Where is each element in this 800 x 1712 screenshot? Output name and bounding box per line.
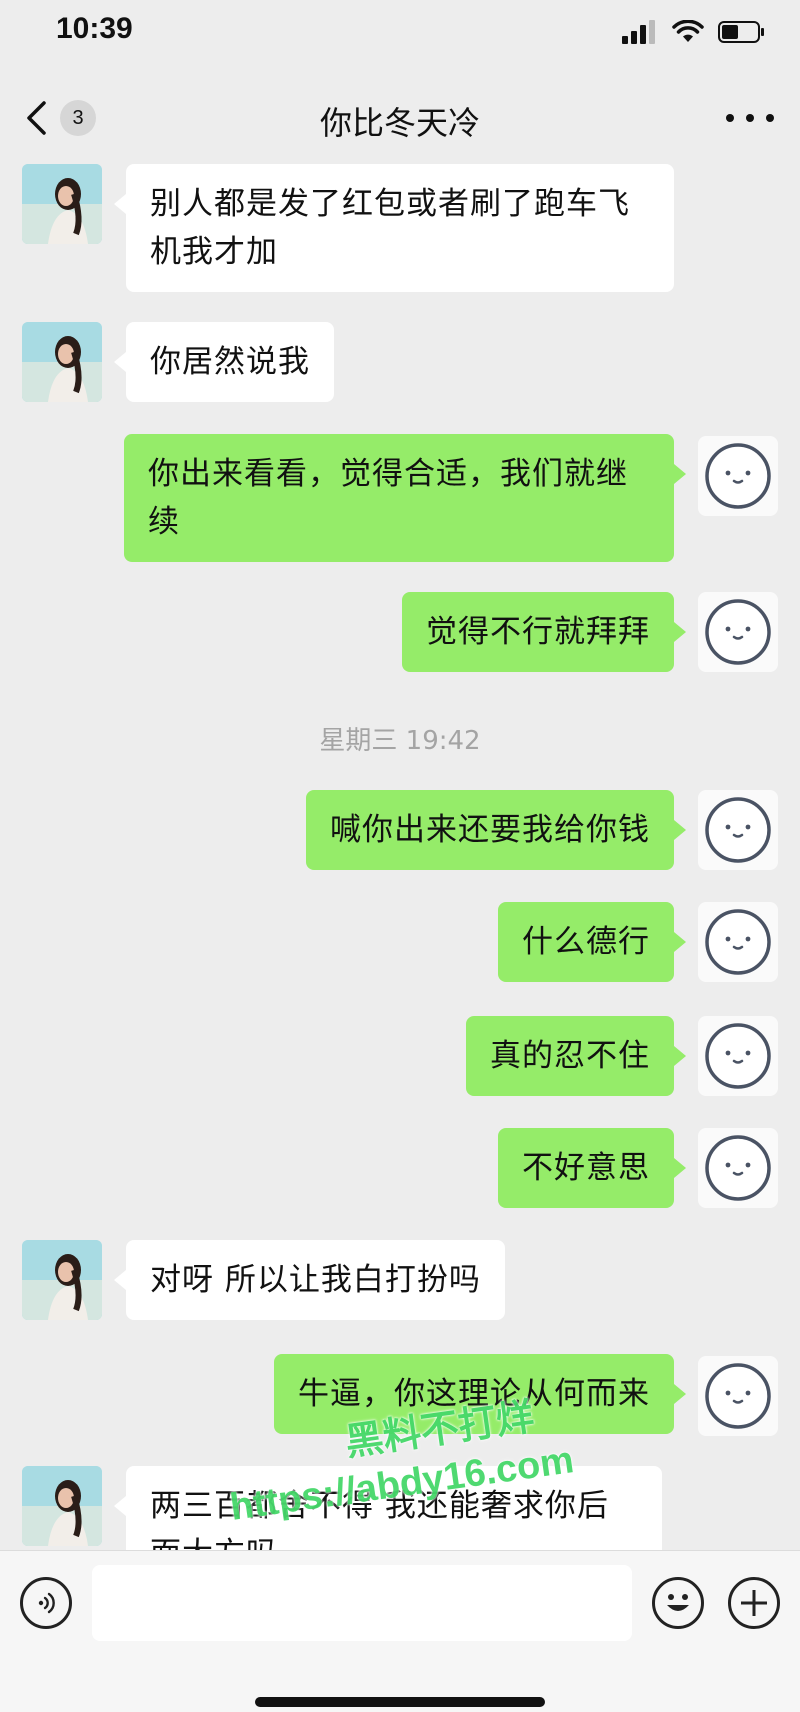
smiley-face-icon <box>705 1363 771 1429</box>
message-bubble-outgoing[interactable]: 不好意思 <box>498 1128 686 1208</box>
portrait-photo <box>22 322 102 402</box>
home-indicator <box>255 1697 545 1707</box>
my-avatar[interactable] <box>698 592 778 672</box>
portrait-photo <box>22 1466 102 1546</box>
my-avatar[interactable] <box>698 436 778 516</box>
message-bubble-outgoing[interactable]: 什么德行 <box>498 902 686 982</box>
my-avatar[interactable] <box>698 1128 778 1208</box>
chat-timestamp: 星期三 19:42 <box>319 726 481 756</box>
smiley-face-icon <box>705 1023 771 1089</box>
my-avatar[interactable] <box>698 902 778 982</box>
my-avatar[interactable] <box>698 1356 778 1436</box>
message-input[interactable] <box>92 1565 632 1641</box>
contact-avatar[interactable] <box>22 1240 102 1320</box>
message-bubble-outgoing[interactable]: 真的忍不住 <box>466 1016 686 1096</box>
status-time: 10:39 <box>56 12 133 45</box>
portrait-photo <box>22 164 102 244</box>
message-bubble-outgoing[interactable]: 觉得不行就拜拜 <box>402 592 686 672</box>
voice-button[interactable] <box>20 1577 72 1629</box>
chat-screen: 10:39 3 你比冬天冷 别人都是发了红包或者刷了跑车飞机我才加 你居然说我 … <box>0 0 800 1712</box>
my-avatar[interactable] <box>698 790 778 870</box>
battery-icon <box>718 21 764 43</box>
message-bubble-incoming[interactable]: 对呀 所以让我白打扮吗 <box>114 1240 505 1320</box>
contact-avatar[interactable] <box>22 322 102 402</box>
contact-avatar[interactable] <box>22 164 102 244</box>
my-avatar[interactable] <box>698 1016 778 1096</box>
smiley-face-icon <box>705 909 771 975</box>
status-bar: 10:39 <box>0 0 800 66</box>
more-dots-icon <box>766 114 774 122</box>
smiley-face-icon <box>705 443 771 509</box>
more-options-button[interactable] <box>726 102 774 134</box>
smiley-face-icon <box>705 797 771 863</box>
status-icons <box>622 18 766 46</box>
message-bubble-outgoing[interactable]: 喊你出来还要我给你钱 <box>306 790 686 870</box>
smiley-face-icon <box>705 599 771 665</box>
emoji-icon <box>667 1594 689 1611</box>
cellular-signal-icon <box>622 20 655 44</box>
more-dots-icon <box>726 114 734 122</box>
message-bubble-outgoing[interactable]: 你出来看看，觉得合适，我们就继续 <box>124 434 686 562</box>
plus-button[interactable] <box>728 1577 780 1629</box>
input-bar <box>0 1550 800 1712</box>
chat-header: 3 你比冬天冷 <box>0 76 800 160</box>
message-bubble-incoming[interactable]: 你居然说我 <box>114 322 334 402</box>
message-bubble-incoming[interactable]: 别人都是发了红包或者刷了跑车飞机我才加 <box>114 164 674 292</box>
voice-icon <box>38 1592 55 1614</box>
chat-title: 你比冬天冷 <box>319 104 480 142</box>
emoji-button[interactable] <box>652 1577 704 1629</box>
smiley-face-icon <box>705 1135 771 1201</box>
portrait-photo <box>22 1240 102 1320</box>
more-dots-icon <box>746 114 754 122</box>
contact-avatar[interactable] <box>22 1466 102 1546</box>
wifi-icon <box>672 20 704 42</box>
